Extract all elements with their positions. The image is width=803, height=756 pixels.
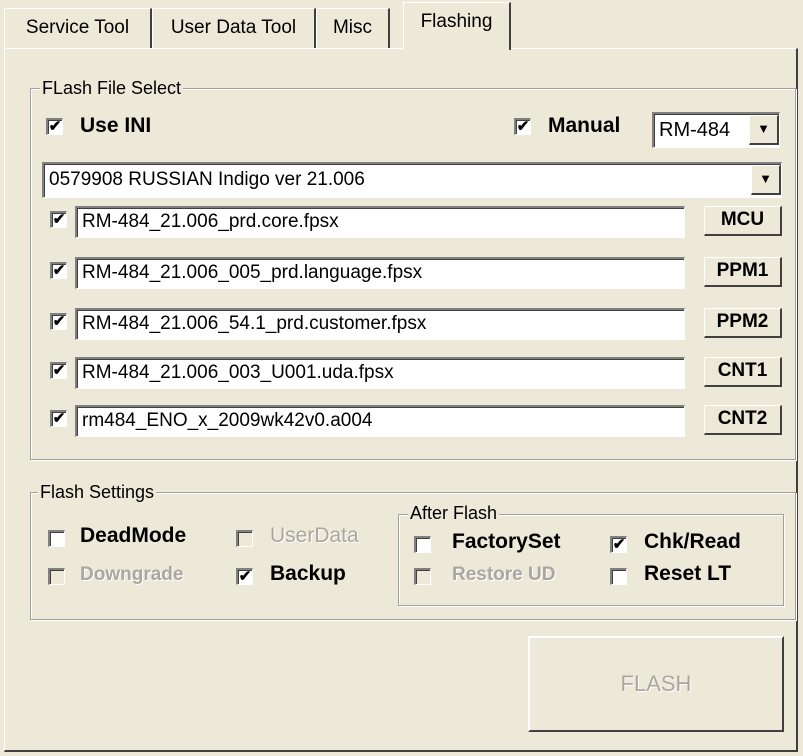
dead-mode-label: DeadMode: [80, 524, 187, 547]
backup-checkbox[interactable]: ✔: [236, 568, 253, 585]
restore-ud-checkbox[interactable]: [414, 568, 431, 585]
restore-ud-label: Restore UD: [452, 564, 556, 585]
dead-mode-checkbox[interactable]: [48, 530, 65, 547]
factory-set-label: FactorySet: [452, 530, 561, 553]
factory-set-checkbox[interactable]: [414, 536, 431, 553]
chk-read-checkbox[interactable]: ✔: [610, 536, 627, 553]
downgrade-label: Downgrade: [80, 564, 184, 585]
user-data-checkbox[interactable]: [236, 530, 253, 547]
chk-read-label: Chk/Read: [644, 530, 741, 553]
reset-lt-label: Reset LT: [644, 562, 732, 585]
user-data-label: UserData: [270, 524, 359, 547]
backup-label: Backup: [270, 562, 346, 585]
reset-lt-checkbox[interactable]: [610, 568, 627, 585]
flash-button[interactable]: FLASH: [528, 636, 784, 732]
downgrade-checkbox[interactable]: [48, 568, 65, 585]
